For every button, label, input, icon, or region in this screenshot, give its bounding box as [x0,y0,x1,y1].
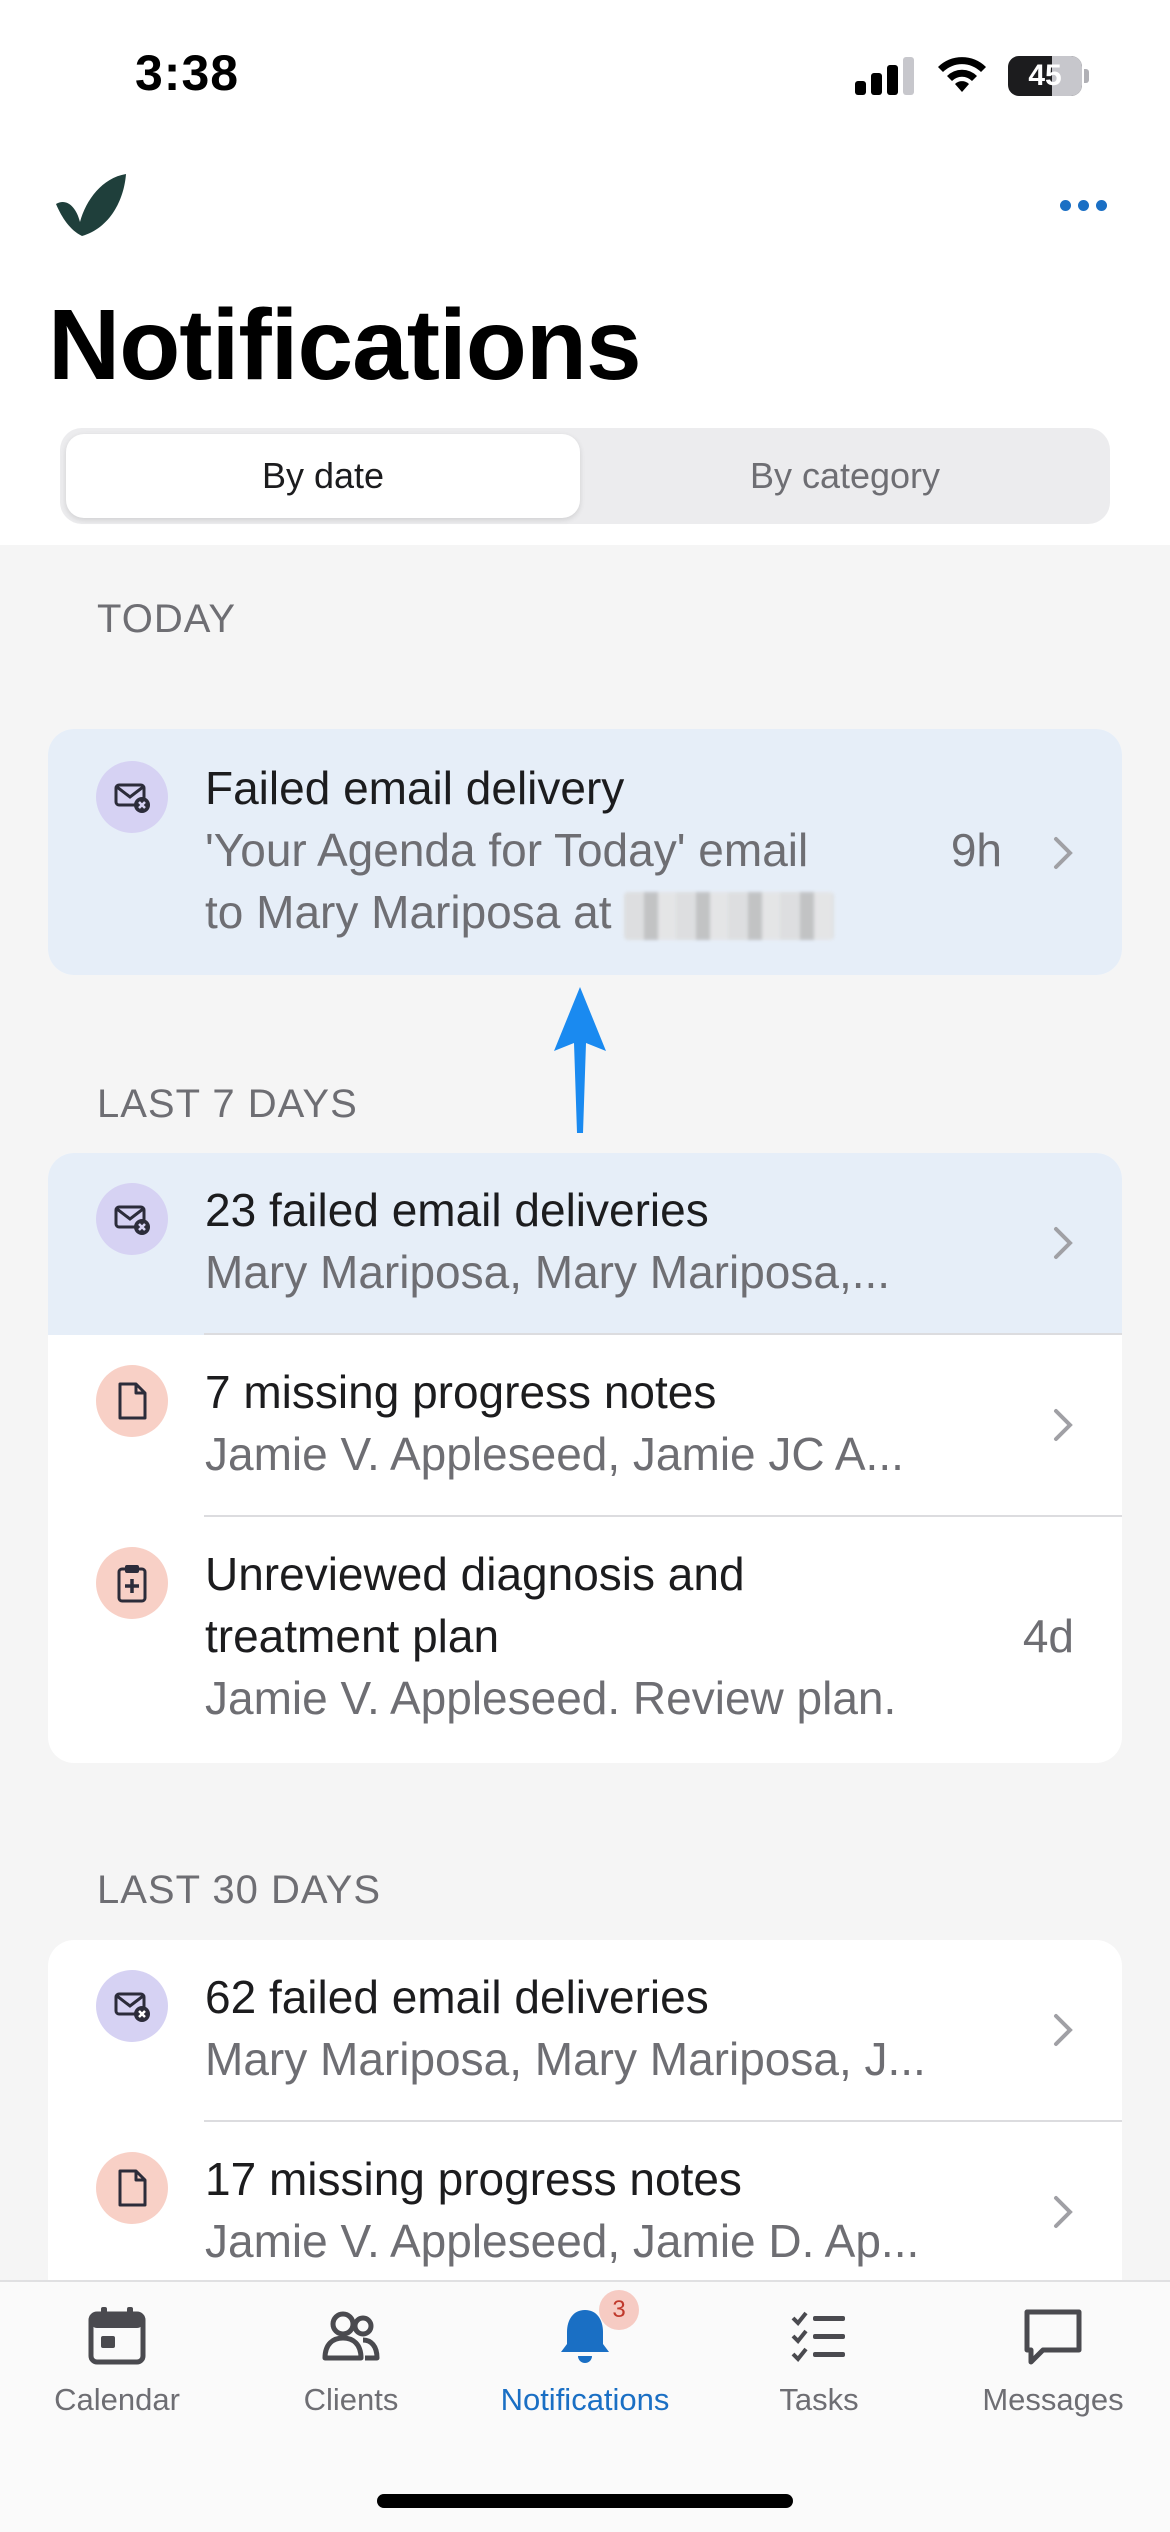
bell-icon: 3 [553,2290,639,2368]
notification-subtitle: Jamie V. Appleseed. Review plan. [205,1672,897,1724]
notifications-list[interactable]: TODAY Failed email delivery 'Your Agenda… [0,545,1170,2280]
home-indicator [377,2494,793,2508]
email-error-icon [96,1970,168,2042]
status-time: 3:38 [135,45,240,101]
more-dot [1077,199,1089,211]
notification-title: Failed email delivery [205,762,625,814]
tab-tasks[interactable]: Tasks [702,2304,936,2444]
tab-calendar[interactable]: Calendar [0,2304,234,2444]
notification-row[interactable]: Failed email delivery 'Your Agenda for T… [48,729,1122,975]
clipboard-plus-icon [96,1547,168,1619]
more-dot [1059,199,1071,211]
notification-subtitle: Jamie V. Appleseed, Jamie JC A... [205,1428,904,1480]
notification-subtitle: Mary Mariposa, Mary Mariposa,... [205,1246,891,1298]
more-options-button[interactable] [1050,185,1116,225]
today-card: Failed email delivery 'Your Agenda for T… [48,729,1122,975]
notification-subtitle: Jamie V. Appleseed, Jamie D. Ap... [205,2215,920,2267]
notification-subtitle: to Mary Mariposa at [205,886,612,938]
notification-title: 17 missing progress notes [205,2153,742,2205]
last-7-days-card: 23 failed email deliveries Mary Mariposa… [48,1153,1122,1763]
annotation-arrow-icon [554,987,606,1133]
notification-title: Unreviewed diagnosis and [205,1548,745,1600]
chevron-right-icon [1054,2014,1073,2046]
view-segmented-control: By date By category [60,428,1110,524]
tasks-icon [791,2311,845,2362]
clients-icon [322,2311,380,2361]
tab-label: Clients [303,2382,399,2417]
wifi-icon [938,57,986,92]
notification-badge: 3 [599,2290,639,2330]
battery-icon: 45 [1008,56,1082,96]
tab-label: Messages [982,2382,1124,2417]
notification-row[interactable]: 62 failed email deliveries Mary Mariposa… [48,1940,1122,2122]
notification-title-line2: treatment plan [205,1610,500,1662]
tab-messages[interactable]: Messages [936,2304,1170,2444]
chevron-right-icon [1054,1227,1073,1259]
notification-row[interactable]: 23 failed email deliveries Mary Mariposa… [48,1153,1122,1335]
email-error-icon [96,761,168,833]
battery-cap [1084,69,1089,83]
tab-label: Tasks [779,2382,859,2417]
page-title: Notifications [48,289,642,401]
notification-time: 9h [950,824,1002,876]
chevron-right-icon [1054,2196,1073,2228]
chevron-right-icon [1054,1409,1073,1441]
notification-title: 62 failed email deliveries [205,1971,709,2023]
app-logo [56,174,126,236]
status-bar: 3:38 45 [0,0,1170,150]
section-header-today: TODAY [97,597,237,641]
last-30-days-card: 62 failed email deliveries Mary Mariposa… [48,1940,1122,2280]
section-header-last-30-days: LAST 30 DAYS [97,1868,381,1912]
calendar-icon [88,2307,146,2365]
notification-time: 4d [1022,1610,1074,1662]
email-error-icon [96,1183,168,1255]
redacted-email [624,891,835,940]
tab-label: Calendar [54,2382,180,2417]
notification-row[interactable]: Unreviewed diagnosis and treatment plan … [48,1517,1122,1763]
notification-subtitle: Mary Mariposa, Mary Mariposa, J... [205,2033,926,2085]
segment-by-category[interactable]: By category [588,434,1102,518]
notification-subtitle: 'Your Agenda for Today' email [205,824,809,876]
tab-notifications[interactable]: 3 Notifications [468,2290,702,2444]
tab-clients[interactable]: Clients [234,2304,468,2444]
notification-title: 7 missing progress notes [205,1366,717,1418]
segment-by-date[interactable]: By date [66,434,580,518]
more-dot [1095,199,1107,211]
notification-row[interactable]: 7 missing progress notes Jamie V. Apples… [48,1335,1122,1517]
document-icon [96,2152,168,2224]
chevron-right-icon [1054,837,1073,869]
section-header-last-7-days: LAST 7 DAYS [97,1082,358,1126]
document-icon [96,1365,168,1437]
notification-row[interactable]: 17 missing progress notes Jamie V. Apple… [48,2122,1122,2280]
battery-percentage: 45 [1028,59,1062,92]
message-icon [1024,2309,1082,2365]
cellular-signal-icon [855,57,915,95]
notification-title: 23 failed email deliveries [205,1184,709,1236]
tab-label: Notifications [500,2382,670,2417]
